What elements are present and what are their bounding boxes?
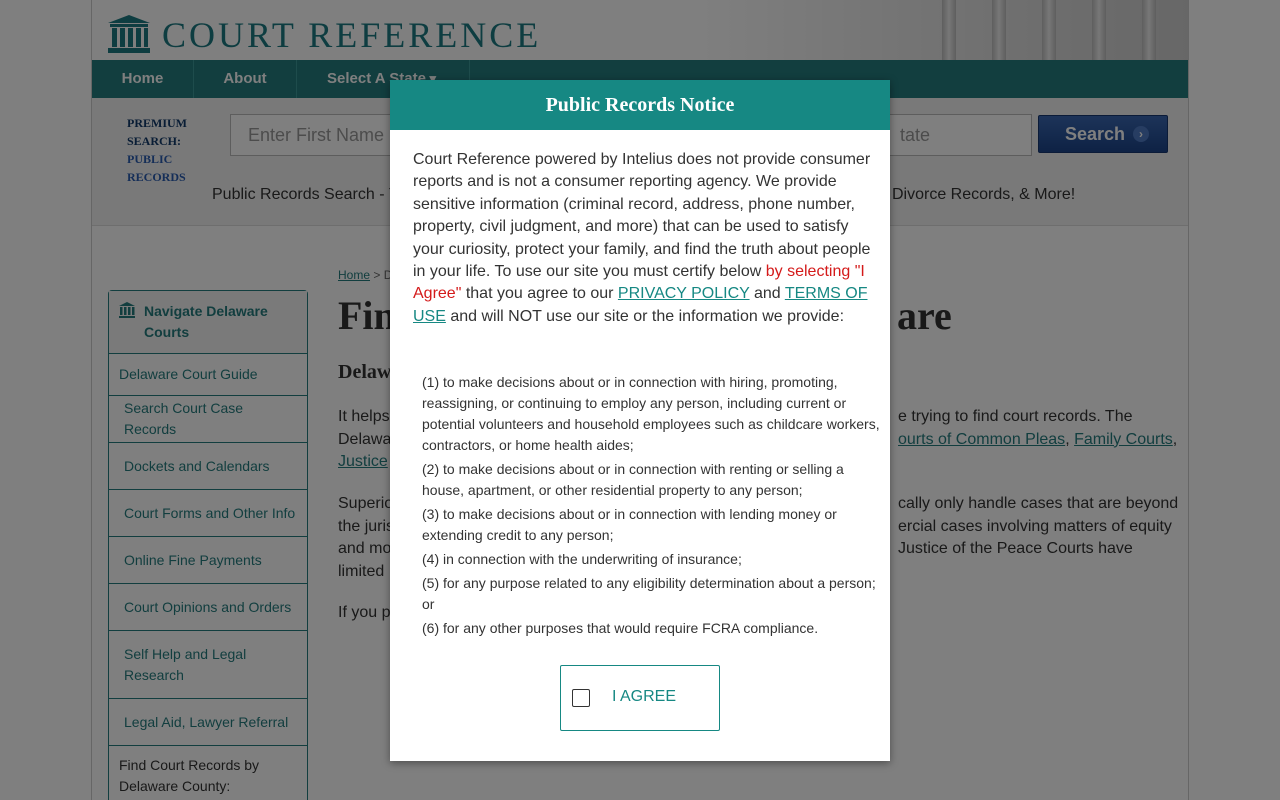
list-item: (6) for any other purposes that would re… <box>422 620 819 636</box>
modal-title: Public Records Notice <box>390 80 890 130</box>
modal-restrictions-list: (1) to make decisions about or in connec… <box>422 372 882 642</box>
public-records-notice-modal: Public Records Notice Court Reference po… <box>390 80 890 761</box>
list-item: (1) to make decisions about or in connec… <box>422 374 880 453</box>
privacy-policy-link[interactable]: PRIVACY POLICY <box>618 285 750 302</box>
list-item: (2) to make decisions about or in connec… <box>422 461 844 498</box>
list-item: (5) for any purpose related to any eligi… <box>422 575 876 612</box>
list-item: (4) in connection with the underwriting … <box>422 551 742 567</box>
list-item: (3) to make decisions about or in connec… <box>422 506 837 543</box>
agree-label: I AGREE <box>612 688 677 705</box>
i-agree-button[interactable]: I AGREE <box>560 665 720 731</box>
agree-checkbox[interactable] <box>572 689 590 707</box>
modal-intro-text: Court Reference powered by Intelius does… <box>413 151 871 325</box>
